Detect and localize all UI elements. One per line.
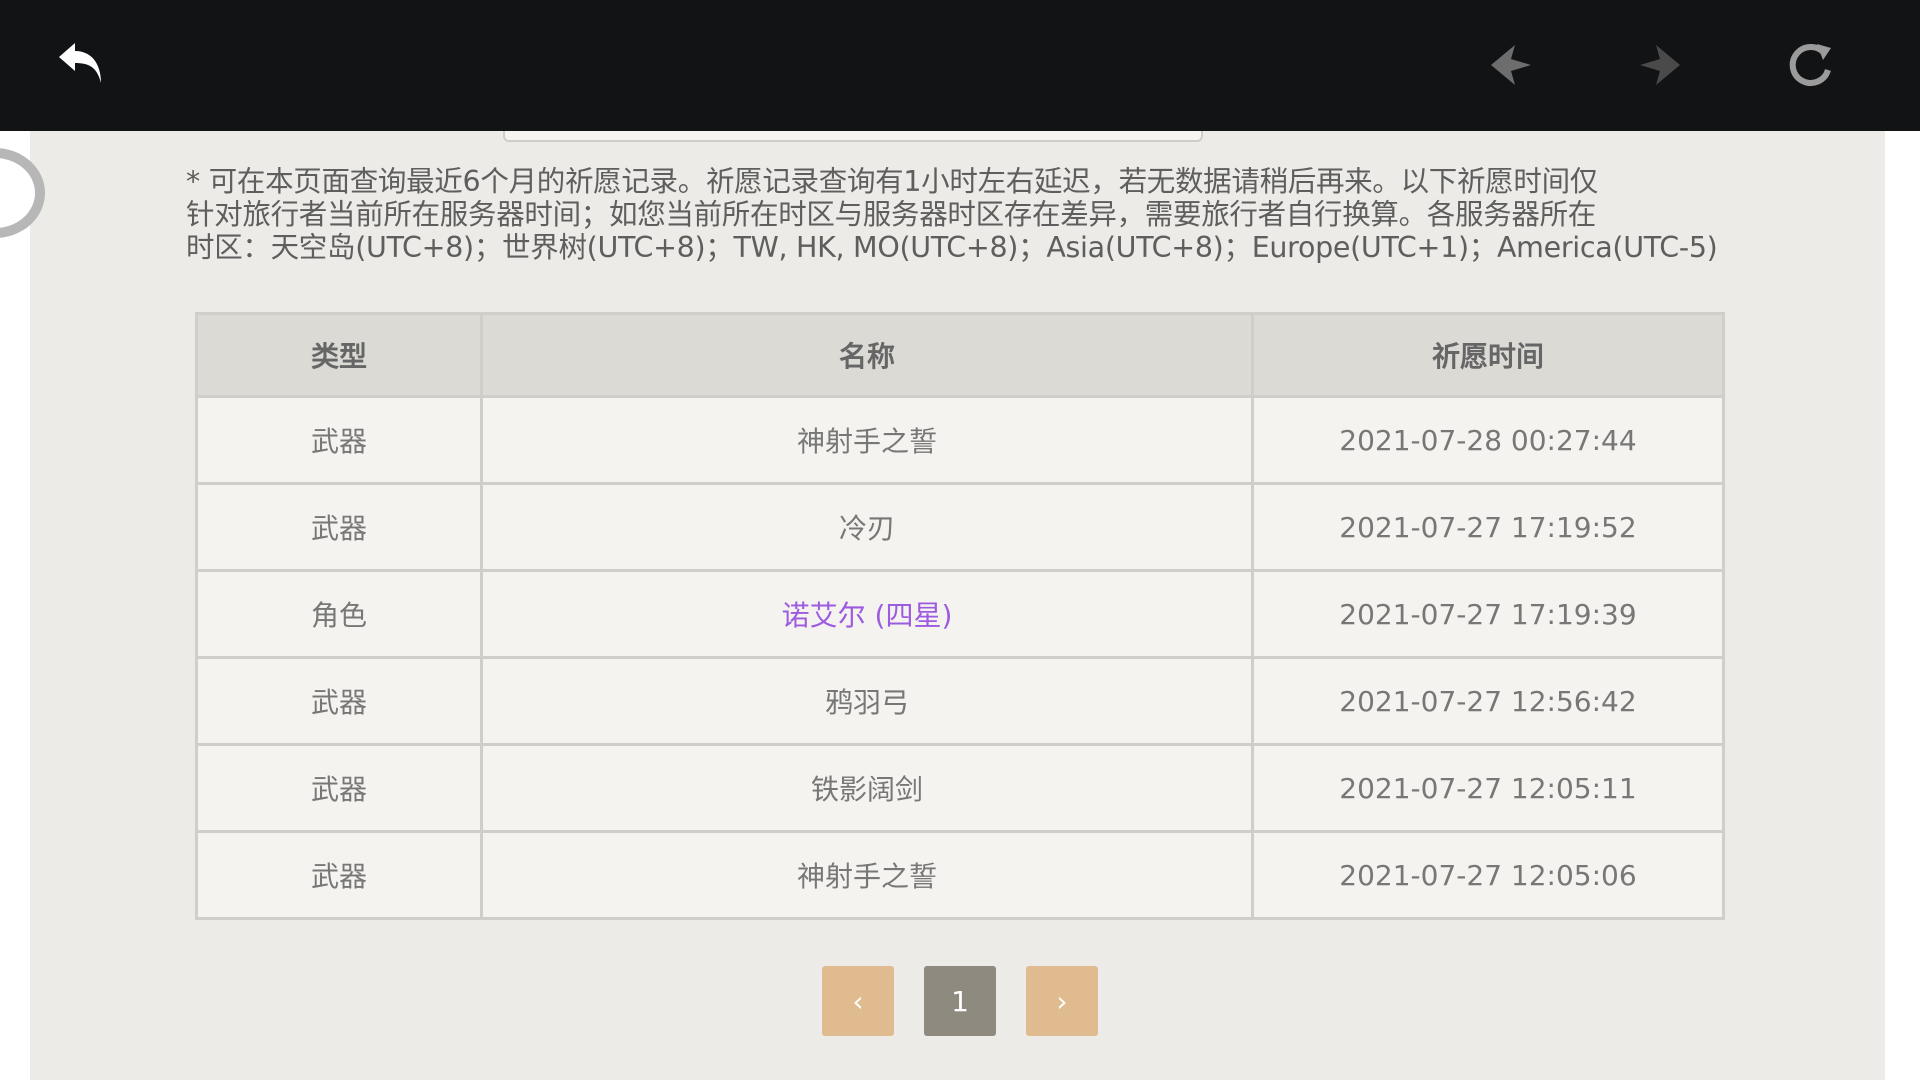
cell-type: 武器 [198, 659, 483, 743]
nav-back-button[interactable] [1476, 30, 1546, 100]
notice-line: 针对旅行者当前所在服务器时间；如您当前所在时区与服务器时区存在差异，需要旅行者自… [186, 198, 1597, 231]
table-row: 武器 冷刃 2021-07-27 17:19:52 [198, 482, 1722, 569]
header-time: 祈愿时间 [1431, 340, 1544, 373]
cell-type: 角色 [198, 572, 483, 656]
cell-name: 铁影阔剑 [483, 746, 1254, 830]
cell-time: 2021-07-28 00:27:44 [1339, 423, 1637, 457]
cell-type: 武器 [198, 485, 483, 569]
cell-time: 2021-07-27 12:56:42 [1339, 684, 1637, 718]
next-page-button[interactable]: › [1026, 966, 1098, 1036]
refresh-button[interactable] [1775, 30, 1845, 100]
cell-name-four-star: 诺艾尔 (四星) [483, 572, 1254, 656]
cell-time: 2021-07-27 17:19:52 [1339, 510, 1637, 544]
prev-page-button[interactable]: ‹ [822, 966, 894, 1036]
panel-tab-edge [503, 131, 1203, 142]
nav-back-icon [1491, 45, 1531, 85]
notice-line: * 可在本页面查询最近6个月的祈愿记录。祈愿记录查询有1小时左右延迟，若无数据请… [186, 165, 1598, 198]
nav-forward-button[interactable] [1625, 30, 1695, 100]
cell-time: 2021-07-27 12:05:11 [1339, 771, 1637, 805]
back-button[interactable] [48, 30, 118, 100]
table-row: 武器 铁影阔剑 2021-07-27 12:05:11 [198, 743, 1722, 830]
wish-history-table: 类型 名称 祈愿时间 武器 神射手之誓 2021-07-28 00:27:44 … [195, 312, 1725, 920]
content-panel: * 可在本页面查询最近6个月的祈愿记录。祈愿记录查询有1小时左右延迟，若无数据请… [30, 131, 1885, 1080]
header-type: 类型 [198, 315, 483, 395]
cell-name: 鸦羽弓 [483, 659, 1254, 743]
cell-type: 武器 [198, 746, 483, 830]
table-row: 武器 鸦羽弓 2021-07-27 12:56:42 [198, 656, 1722, 743]
right-edge [1887, 131, 1920, 1080]
notice-line: 时区：天空岛(UTC+8)；世界树(UTC+8)；TW, HK, MO(UTC+… [186, 231, 1718, 264]
table-row: 武器 神射手之誓 2021-07-27 12:05:06 [198, 830, 1722, 917]
table-row: 武器 神射手之誓 2021-07-28 00:27:44 [198, 395, 1722, 482]
back-arrow-icon [59, 43, 101, 83]
top-toolbar [0, 0, 1920, 131]
page-number-button[interactable]: 1 [924, 966, 996, 1036]
cell-name: 神射手之誓 [483, 398, 1254, 482]
cell-type: 武器 [198, 398, 483, 482]
cell-name: 冷刃 [483, 485, 1254, 569]
header-name: 名称 [483, 315, 1254, 395]
table-header-row: 类型 名称 祈愿时间 [198, 315, 1722, 395]
cell-time: 2021-07-27 17:19:39 [1339, 597, 1637, 631]
cell-type: 武器 [198, 833, 483, 917]
nav-forward-icon [1640, 45, 1680, 85]
refresh-icon [1789, 43, 1831, 86]
table-row: 角色 诺艾尔 (四星) 2021-07-27 17:19:39 [198, 569, 1722, 656]
notice-text: * 可在本页面查询最近6个月的祈愿记录。祈愿记录查询有1小时左右延迟，若无数据请… [186, 165, 1746, 264]
cell-name: 神射手之誓 [483, 833, 1254, 917]
cell-time: 2021-07-27 12:05:06 [1339, 858, 1637, 892]
